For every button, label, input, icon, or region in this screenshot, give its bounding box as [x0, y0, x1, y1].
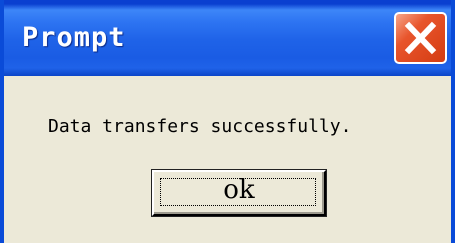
- close-icon: [404, 21, 437, 55]
- ok-button[interactable]: ok: [152, 170, 326, 216]
- close-button[interactable]: [394, 12, 447, 64]
- title-bar[interactable]: Prompt: [4, 0, 451, 76]
- dialog-body: Data transfers successfully. ok: [4, 76, 451, 243]
- dialog-title: Prompt: [22, 22, 126, 53]
- prompt-dialog: Prompt Data transfers successfully. ok: [0, 0, 455, 243]
- ok-button-label: ok: [223, 175, 255, 205]
- dialog-message: Data transfers successfully.: [48, 116, 352, 137]
